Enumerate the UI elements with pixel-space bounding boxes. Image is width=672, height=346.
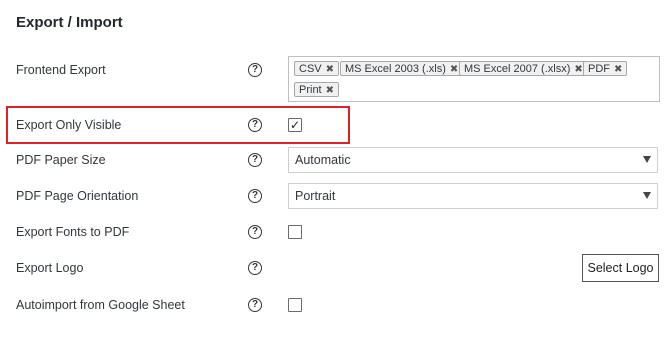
help-icon[interactable]: ? [248,298,262,312]
tag-label: Print [299,84,322,96]
tag-xlsx: MS Excel 2007 (.xlsx) ✖ [459,61,588,76]
remove-tag-icon[interactable]: ✖ [614,64,622,75]
export-only-visible-checkbox[interactable]: ✓ [288,118,302,132]
pdf-paper-size-label: PDF Paper Size [16,153,106,167]
select-logo-button[interactable]: Select Logo [582,254,659,282]
tag-xls: MS Excel 2003 (.xls) ✖ [340,61,464,76]
export-only-visible-label: Export Only Visible [16,118,122,132]
tag-label: MS Excel 2003 (.xls) [345,63,446,75]
tag-csv: CSV ✖ [294,61,340,76]
pdf-paper-size-select[interactable]: Automatic [288,147,658,173]
export-logo-label: Export Logo [16,261,84,275]
help-icon[interactable]: ? [248,118,262,132]
help-icon[interactable]: ? [248,261,262,275]
help-icon[interactable]: ? [248,189,262,203]
remove-tag-icon[interactable]: ✖ [326,85,334,96]
tag-print: Print ✖ [294,82,340,97]
chevron-down-icon [643,192,651,199]
remove-tag-icon[interactable]: ✖ [450,64,458,75]
section-title: Export / Import [16,14,123,31]
frontend-export-label: Frontend Export [16,63,106,77]
help-icon[interactable]: ? [248,225,262,239]
remove-tag-icon[interactable]: ✖ [326,64,334,75]
export-fonts-to-pdf-checkbox[interactable] [288,225,302,239]
tag-label: CSV [299,63,322,75]
autoimport-google-sheet-checkbox[interactable] [288,298,302,312]
select-value: Automatic [295,153,351,167]
help-icon[interactable]: ? [248,63,262,77]
tag-label: MS Excel 2007 (.xlsx) [464,63,571,75]
export-fonts-to-pdf-label: Export Fonts to PDF [16,225,130,239]
pdf-page-orientation-select[interactable]: Portrait [288,183,658,209]
pdf-page-orientation-label: PDF Page Orientation [16,189,139,203]
chevron-down-icon [643,156,651,163]
remove-tag-icon[interactable]: ✖ [574,64,582,75]
tag-pdf: PDF ✖ [583,61,628,76]
autoimport-google-sheet-label: Autoimport from Google Sheet [16,298,185,312]
tag-label: PDF [588,63,610,75]
select-value: Portrait [295,189,336,203]
frontend-export-tags[interactable]: CSV ✖ MS Excel 2003 (.xls) ✖ MS Excel 2007… [288,56,660,102]
help-icon[interactable]: ? [248,153,262,167]
